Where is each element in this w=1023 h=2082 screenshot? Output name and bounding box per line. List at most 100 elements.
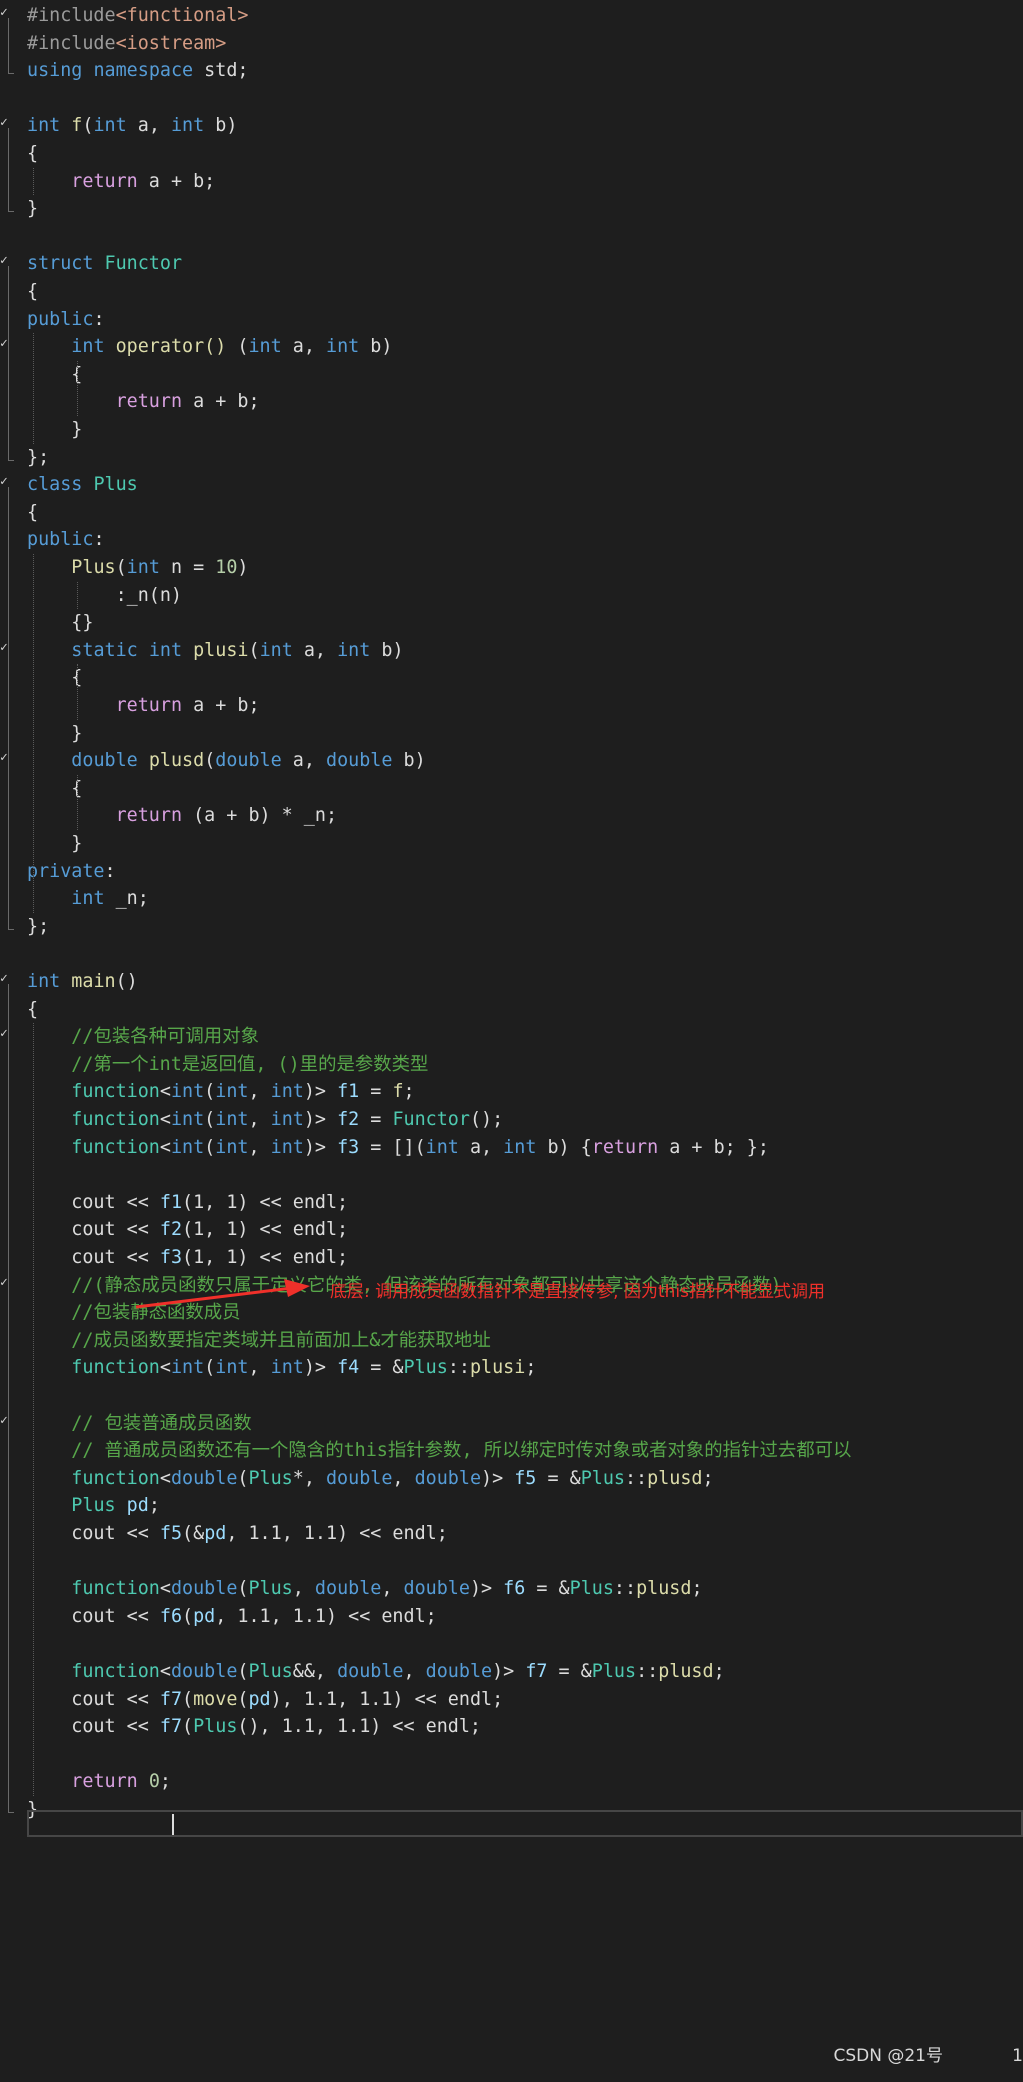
code-line[interactable]: cout << f7(Plus(), 1.1, 1.1) << endl; [0,1713,1023,1741]
code-text: return a + b; [27,390,260,414]
code-line[interactable]: } [0,830,1023,858]
code-line[interactable]: } [0,195,1023,223]
code-line[interactable]: function<int(int, int)> f3 = [](int a, i… [0,1134,1023,1162]
code-token: *, [292,1467,326,1489]
code-token: Plus [248,1467,293,1489]
code-line[interactable]: return (a + b) * _n; [0,802,1023,830]
code-line[interactable]: { [0,996,1023,1024]
code-line[interactable] [0,1382,1023,1410]
code-line[interactable]: }; [0,444,1023,472]
code-line[interactable]: ✓ double plusd(double a, double b) [0,747,1023,775]
code-token: ; [525,1357,537,1379]
code-line[interactable]: { [0,140,1023,168]
code-line[interactable]: ✓ int f(int a, int b) [0,112,1023,140]
code-text: function<int(int, int)> f1 = f; [27,1080,414,1104]
code-token: double [170,1578,238,1600]
code-token: ( [226,336,249,358]
code-line[interactable]: public: [0,306,1023,334]
code-line[interactable]: function<int(int, int)> f2 = Functor(); [0,1106,1023,1134]
code-line[interactable] [0,1161,1023,1189]
code-line[interactable]: Plus(int n = 10) [0,554,1023,582]
code-token: int [215,1081,249,1103]
code-token: double [170,1661,238,1682]
code-line[interactable]: { [0,278,1023,306]
code-line[interactable]: { [0,361,1023,389]
code-line[interactable]: } [0,720,1023,748]
code-line[interactable]: { [0,499,1023,527]
code-line[interactable]: ✓ int main() [0,968,1023,996]
code-token: pd [126,1495,149,1517]
code-line[interactable]: cout << f7(move(pd), 1.1, 1.1) << endl; [0,1686,1023,1714]
code-token: double [337,1661,404,1682]
code-line[interactable]: cout << f3(1, 1) << endl; [0,1244,1023,1272]
code-line[interactable]: ✓ // 包装普通成员函数 [0,1410,1023,1438]
code-token: plusi [469,1357,526,1379]
code-line[interactable] [0,1548,1023,1576]
code-token: )> [481,1467,515,1489]
code-token: f [392,1081,404,1103]
code-line[interactable]: { [0,775,1023,803]
code-line[interactable]: function<int(int, int)> f1 = f; [0,1078,1023,1106]
code-token: , 1.1, 1.1) << endl; [215,1605,437,1627]
code-line[interactable]: return a + b; [0,692,1023,720]
code-line[interactable] [0,940,1023,968]
code-text: // 包装普通成员函数 [27,1412,251,1436]
code-token: int [170,1357,205,1379]
code-line[interactable]: //第一个int是返回值, ()里的是参数类型 [0,1051,1023,1079]
code-line[interactable]: using namespace std; [0,57,1023,85]
code-line[interactable] [0,1741,1023,1769]
code-token: int [215,1357,249,1379]
code-line[interactable]: cout << f1(1, 1) << endl; [0,1189,1023,1217]
code-line[interactable]: function<double(Plus&&, double, double)>… [0,1658,1023,1686]
code-token: cout << [27,1247,160,1268]
code-line[interactable]: cout << f2(1, 1) << endl; [0,1216,1023,1244]
code-line[interactable]: ✓ struct Functor [0,250,1023,278]
code-line[interactable]: return a + b; [0,168,1023,196]
code-line[interactable]: Plus pd; [0,1492,1023,1520]
code-line[interactable]: //包装静态函数成员 [0,1299,1023,1327]
code-token: (1, 1) << endl; [182,1247,349,1268]
code-line[interactable]: }; [0,913,1023,941]
code-line[interactable]: ✓ int operator() (int a, int b) [0,333,1023,361]
code-line[interactable]: int _n; [0,885,1023,913]
check-icon: ✓ [0,1274,8,1290]
code-editor[interactable]: ✓ #include<functional> #include<iostream> u… [0,0,1023,2082]
code-token: Functor [104,253,183,275]
code-text: //包装各种可调用对象 [27,1025,259,1049]
code-token: return [115,695,183,716]
code-line[interactable]: cout << f5(&pd, 1.1, 1.1) << endl; [0,1520,1023,1548]
code-line[interactable]: ✓ static int plusi(int a, int b) [0,637,1023,665]
fold-outline-end [8,459,14,461]
code-token: = [359,1081,393,1103]
code-line[interactable]: private: [0,858,1023,886]
code-token: (a + b) * _n; [182,805,338,827]
code-line[interactable]: } [0,416,1023,444]
code-line[interactable]: {} [0,609,1023,637]
code-token: ( [182,1688,194,1710]
code-line[interactable]: #include<iostream> [0,30,1023,58]
code-token: ( [82,115,94,137]
code-line[interactable]: // 普通成员函数还有一个隐含的this指针参数, 所以绑定时传对象或者对象的指… [0,1437,1023,1465]
code-line[interactable]: ✓ #include<functional> [0,2,1023,30]
code-line[interactable]: ✓ class Plus [0,471,1023,499]
code-line[interactable]: function<double(Plus*, double, double)> … [0,1465,1023,1493]
code-line[interactable]: ✓ //包装各种可调用对象 [0,1023,1023,1051]
code-line[interactable]: return 0; [0,1768,1023,1796]
code-line[interactable]: function<double(Plus, double, double)> f… [0,1575,1023,1603]
code-token: <functional> [115,5,249,26]
code-line[interactable] [0,223,1023,251]
code-line[interactable]: public: [0,526,1023,554]
code-line[interactable]: { [0,664,1023,692]
code-line[interactable] [0,85,1023,113]
code-line[interactable]: //成员函数要指定类域并且前面加上&才能获取地址 [0,1327,1023,1355]
code-line[interactable]: :_n(n) [0,582,1023,610]
fold-outline-end [8,928,14,930]
fold-outline [8,266,9,460]
code-line[interactable] [0,1630,1023,1658]
code-token: = [359,1109,393,1130]
code-line[interactable]: function<int(int, int)> f4 = &Plus::plus… [0,1354,1023,1382]
code-line[interactable]: return a + b; [0,388,1023,416]
code-line[interactable]: cout << f6(pd, 1.1, 1.1) << endl; [0,1603,1023,1631]
